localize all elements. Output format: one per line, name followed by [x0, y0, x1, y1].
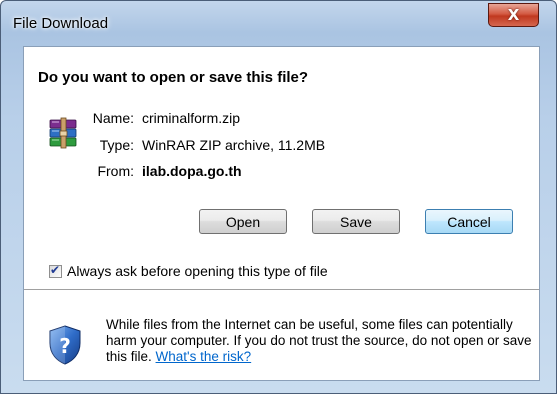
from-label: From: [97, 163, 134, 179]
cancel-button[interactable]: Cancel [425, 209, 513, 234]
checkmark-icon: ✔ [50, 262, 61, 277]
svg-text:?: ? [59, 334, 71, 358]
divider-highlight [24, 290, 539, 291]
type-label: Type: [99, 137, 134, 153]
save-button[interactable]: Save [312, 209, 400, 234]
name-value: criminalform.zip [142, 110, 241, 126]
whats-the-risk-link[interactable]: What's the risk? [156, 349, 252, 364]
save-button-label: Save [340, 213, 372, 230]
dialog-window: File Download X Do you want to open or s… [0, 0, 557, 394]
title-bar[interactable]: File Download X [1, 1, 556, 45]
warning-text-block: While files from the Internet can be use… [106, 317, 536, 365]
cancel-button-label: Cancel [447, 213, 491, 230]
name-label: Name: [92, 110, 134, 126]
security-shield-icon: ? [49, 325, 81, 365]
close-button[interactable]: X [488, 3, 539, 27]
always-ask-row[interactable]: ✔ Always ask before opening this type of… [49, 263, 328, 279]
from-value: ilab.dopa.go.th [142, 163, 242, 179]
dialog-body: Do you want to open or save this file? N… [23, 46, 540, 381]
dialog-question: Do you want to open or save this file? [38, 69, 309, 86]
open-button[interactable]: Open [199, 209, 287, 234]
always-ask-label[interactable]: Always ask before opening this type of f… [67, 263, 328, 279]
type-value: WinRAR ZIP archive, 11.2MB [142, 137, 326, 153]
always-ask-checkbox[interactable]: ✔ [49, 262, 62, 278]
window-title: File Download [13, 15, 109, 32]
open-button-label: Open [225, 213, 261, 230]
close-icon: X [507, 6, 520, 24]
